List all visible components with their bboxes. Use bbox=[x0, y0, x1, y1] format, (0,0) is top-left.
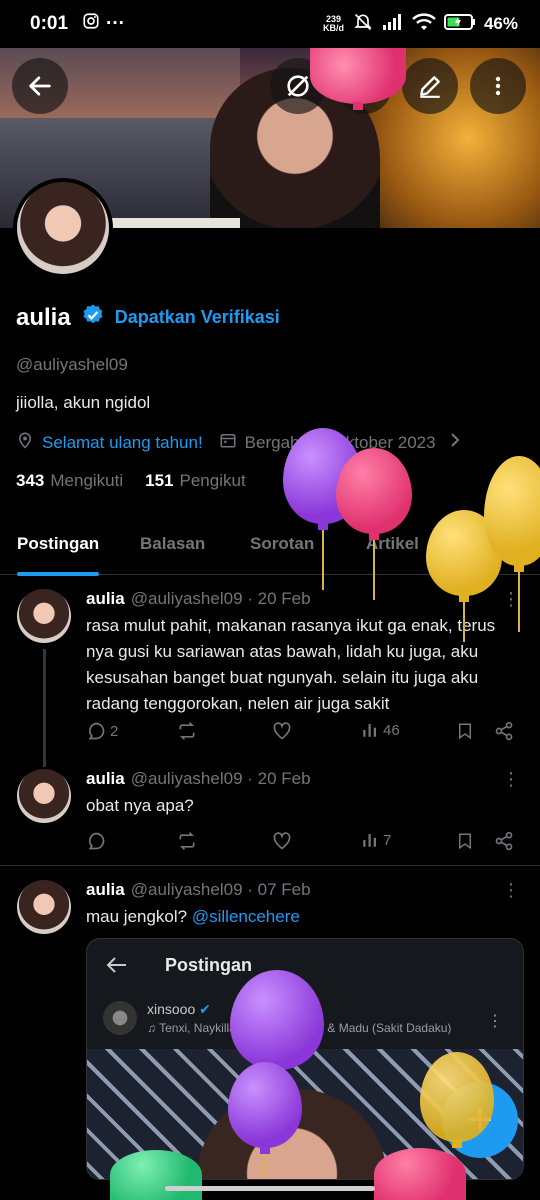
profile-avatar[interactable] bbox=[13, 178, 113, 278]
bookmark-icon bbox=[459, 723, 471, 740]
grok-icon bbox=[287, 75, 309, 97]
like-button[interactable] bbox=[272, 831, 292, 851]
back-arrow-icon bbox=[29, 76, 51, 96]
music-note-icon: ♫ bbox=[147, 1021, 160, 1035]
edit-profile-button[interactable] bbox=[402, 58, 458, 114]
post-header: aulia @auliyashel09 · 20 Feb bbox=[86, 769, 311, 788]
embed-back-arrow-icon bbox=[106, 957, 126, 973]
chevron-right-icon[interactable] bbox=[448, 432, 462, 453]
home-indicator[interactable] bbox=[165, 1186, 375, 1191]
views-icon bbox=[363, 724, 376, 737]
tab-postingan[interactable]: Postingan bbox=[17, 520, 100, 576]
birthday-link[interactable]: Selamat ulang tahun! bbox=[42, 433, 203, 453]
signal-icon bbox=[382, 13, 404, 36]
back-button[interactable] bbox=[12, 58, 68, 114]
share-button[interactable] bbox=[494, 721, 514, 741]
balloon-decoration bbox=[110, 1150, 202, 1200]
share-button[interactable] bbox=[494, 831, 514, 851]
balloon-decoration bbox=[484, 456, 540, 632]
balloon-decoration bbox=[230, 970, 324, 1076]
post-avatar[interactable] bbox=[17, 769, 71, 823]
pencil-icon bbox=[420, 76, 440, 98]
more-vertical-icon bbox=[495, 76, 501, 96]
balloon-decoration bbox=[228, 1062, 302, 1178]
net-speed: 239 KB/d bbox=[322, 14, 344, 33]
followers-stat[interactable]: 151 Pengikut bbox=[145, 471, 246, 491]
location-pin-icon bbox=[16, 431, 34, 454]
heart-icon bbox=[273, 722, 291, 740]
like-button[interactable] bbox=[272, 721, 292, 741]
follow-stats: 343 Mengikuti 151 Pengikut bbox=[16, 471, 246, 491]
repost-icon bbox=[179, 832, 195, 850]
heart-icon bbox=[273, 832, 291, 850]
post-header: aulia @auliyashel09 · 07 Feb bbox=[86, 880, 311, 899]
battery-level: 46% bbox=[483, 14, 518, 33]
profile-handle: @auliyashel09 bbox=[16, 355, 128, 374]
balloon-decoration bbox=[310, 48, 406, 110]
instagram-icon bbox=[82, 12, 100, 36]
bookmark-icon bbox=[459, 833, 471, 850]
bookmark-button[interactable] bbox=[456, 831, 474, 851]
repost-button[interactable] bbox=[176, 831, 198, 851]
balloon-decoration bbox=[420, 1052, 494, 1148]
battery-icon bbox=[443, 13, 476, 36]
post-header: aulia @auliyashel09 · 20 Feb bbox=[86, 589, 311, 608]
profile-name-row: aulia Dapatkan Verifikasi bbox=[16, 303, 280, 332]
more-notifications-icon: ··· bbox=[106, 13, 126, 34]
views-button[interactable]: 7 bbox=[361, 831, 391, 849]
mention-link[interactable]: @sillencehere bbox=[192, 907, 300, 926]
display-name: aulia bbox=[16, 303, 71, 331]
post-divider bbox=[0, 865, 540, 866]
views-button[interactable]: 46 bbox=[361, 721, 400, 739]
reply-count: 2 bbox=[110, 722, 119, 740]
post-avatar[interactable] bbox=[17, 880, 71, 934]
tab-balasan[interactable]: Balasan bbox=[140, 520, 205, 575]
calendar-icon bbox=[219, 431, 237, 454]
reply-icon bbox=[88, 722, 105, 740]
balloon-decoration bbox=[336, 448, 412, 600]
post-avatar[interactable] bbox=[17, 589, 71, 643]
embed-username: xinsooo bbox=[147, 1001, 196, 1017]
embed-avatar bbox=[103, 1001, 137, 1035]
status-time: 0:01 bbox=[30, 13, 69, 34]
verified-badge-icon[interactable] bbox=[81, 303, 105, 332]
post-more-icon[interactable]: ⋮ bbox=[502, 880, 520, 901]
thread-line bbox=[43, 649, 46, 767]
embed-more-icon: ⋮ bbox=[487, 1013, 503, 1030]
reply-icon bbox=[88, 832, 105, 850]
share-icon bbox=[495, 831, 513, 851]
views-count: 7 bbox=[383, 831, 392, 849]
views-icon bbox=[363, 834, 376, 847]
wifi-icon bbox=[412, 12, 436, 36]
post-actions: 2 46 bbox=[86, 721, 516, 747]
share-icon bbox=[495, 721, 513, 741]
bookmark-button[interactable] bbox=[456, 721, 474, 741]
reply-button[interactable]: 2 bbox=[86, 721, 118, 741]
repost-button[interactable] bbox=[176, 721, 198, 741]
repost-icon bbox=[179, 722, 195, 740]
post-actions: 7 bbox=[86, 831, 516, 857]
silent-mode-icon bbox=[352, 12, 374, 37]
profile-bio: jiiolla, akun ngidol bbox=[16, 393, 151, 412]
more-options-button[interactable] bbox=[470, 58, 526, 114]
status-bar: 0:01 ··· 239 KB/d 46% bbox=[0, 0, 540, 48]
following-stat[interactable]: 343 Mengikuti bbox=[16, 471, 123, 491]
get-verified-link[interactable]: Dapatkan Verifikasi bbox=[115, 307, 280, 328]
reply-button[interactable] bbox=[86, 831, 106, 851]
post-more-icon[interactable]: ⋮ bbox=[502, 769, 520, 790]
post-text: obat nya apa? bbox=[86, 796, 194, 815]
post-text: mau jengkol? @sillencehere bbox=[86, 907, 300, 926]
balloon-decoration bbox=[374, 1148, 466, 1200]
views-count: 46 bbox=[383, 721, 400, 739]
embed-verified-icon: ✔ bbox=[199, 1001, 211, 1017]
